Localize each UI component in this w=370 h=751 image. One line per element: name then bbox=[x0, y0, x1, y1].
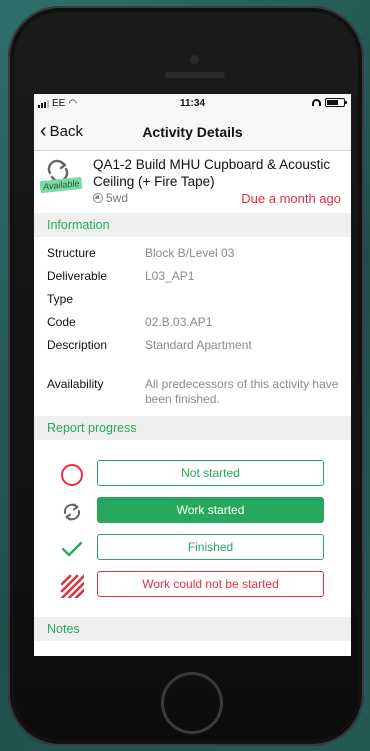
status-time: 11:34 bbox=[179, 98, 206, 109]
due-label: Due a month ago bbox=[241, 191, 341, 206]
information-header: Information bbox=[34, 213, 351, 237]
home-button[interactable] bbox=[161, 672, 223, 734]
front-camera bbox=[190, 55, 199, 64]
info-label: Description bbox=[47, 338, 108, 352]
info-label: Type bbox=[47, 292, 74, 306]
status-bar: EE ◠ 11:34 bbox=[34, 94, 351, 114]
earpiece-speaker bbox=[165, 72, 225, 78]
progress-option-work-started: Work started bbox=[34, 497, 351, 525]
page-title: Activity Details bbox=[142, 124, 243, 140]
info-value: All predecessors of this activity have b… bbox=[145, 377, 339, 406]
battery-icon bbox=[325, 98, 347, 107]
finished-button[interactable]: Finished bbox=[97, 534, 324, 560]
info-value: Standard Apartment bbox=[145, 338, 252, 352]
refresh-icon bbox=[63, 503, 81, 521]
clock-icon bbox=[93, 193, 103, 203]
progress-option-not-started: Not started bbox=[34, 460, 351, 488]
progress-option-finished: Finished bbox=[34, 534, 351, 562]
info-label: Structure bbox=[47, 246, 96, 260]
could-not-start-button[interactable]: Work could not be started bbox=[97, 571, 324, 597]
activity-duration: 5wd bbox=[93, 191, 128, 205]
circle-icon bbox=[61, 464, 83, 486]
hatched-icon bbox=[60, 574, 84, 598]
report-progress-header: Report progress bbox=[34, 416, 351, 440]
work-started-button[interactable]: Work started bbox=[97, 497, 324, 523]
info-value: L03_AP1 bbox=[145, 269, 195, 283]
status-right bbox=[312, 98, 347, 107]
info-label: Deliverable bbox=[47, 269, 108, 283]
progress-option-could-not-start: Work could not be started bbox=[34, 571, 351, 599]
info-label: Availability bbox=[47, 377, 104, 391]
checkmark-icon bbox=[61, 541, 83, 557]
info-value: Block B/Level 03 bbox=[145, 246, 235, 260]
navigation-bar: ‹ Back Activity Details bbox=[34, 114, 351, 151]
headphones-icon bbox=[312, 99, 321, 106]
not-started-button[interactable]: Not started bbox=[97, 460, 324, 486]
activity-summary: Available QA1-2 Build MHU Cupboard & Aco… bbox=[34, 151, 351, 208]
info-value: 02.B.03.AP1 bbox=[145, 315, 213, 329]
notes-header: Notes bbox=[34, 617, 351, 641]
app-screen: EE ◠ 11:34 ‹ Back Activity Details Avail… bbox=[34, 94, 351, 656]
activity-title: QA1-2 Build MHU Cupboard & Acoustic Ceil… bbox=[93, 157, 331, 189]
duration-label: 5wd bbox=[106, 191, 129, 205]
info-label: Code bbox=[47, 315, 76, 329]
